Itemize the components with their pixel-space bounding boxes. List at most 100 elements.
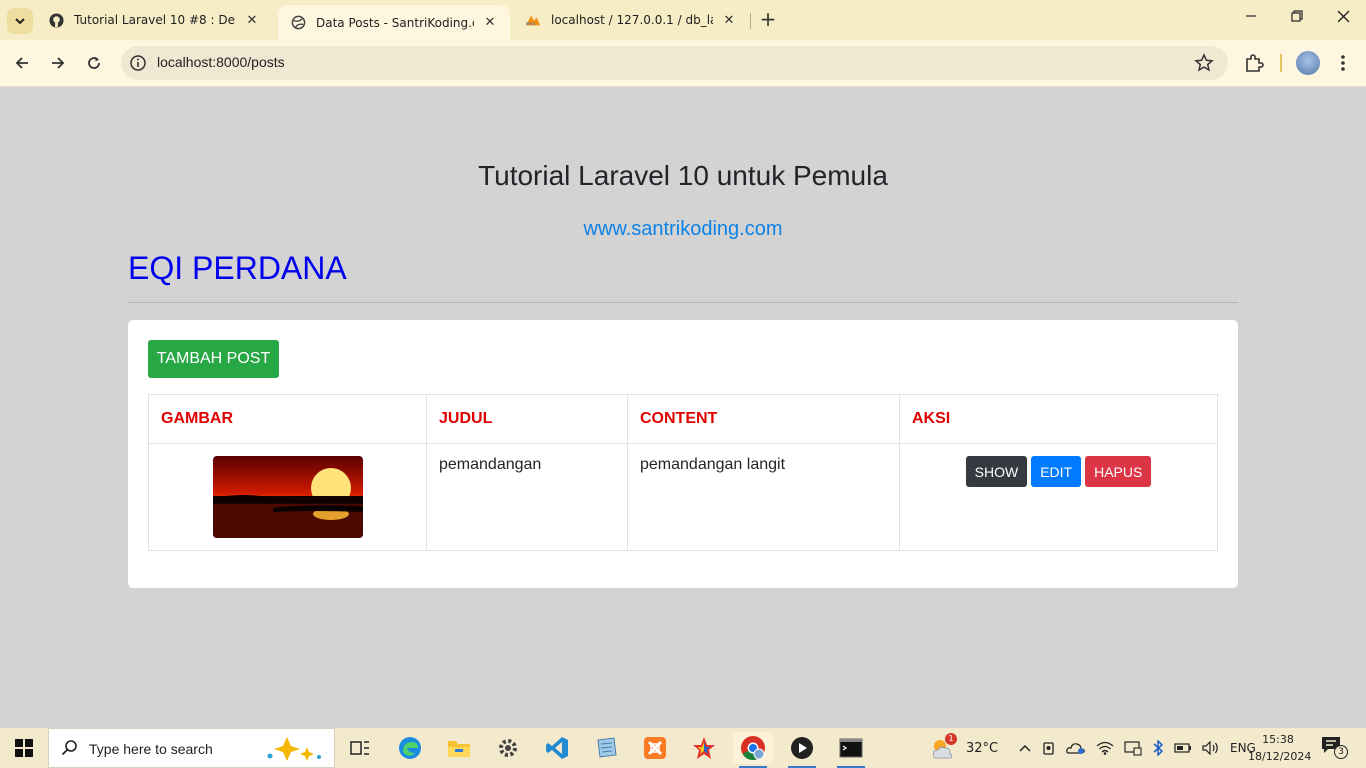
posts-card: TAMBAH POST GAMBAR JUDUL CONTENT AKSI pe… (128, 320, 1238, 588)
close-tab-icon[interactable]: ✕ (244, 13, 260, 28)
weather-temp: 32°C (966, 740, 999, 756)
sparkle-icon (267, 737, 321, 761)
clock[interactable]: 15:38 18/12/2024 (1248, 731, 1312, 765)
windows-icon (15, 739, 33, 757)
tab-separator (750, 13, 751, 29)
terminal-icon (839, 738, 863, 758)
star-app-icon (693, 737, 715, 759)
bluetooth-icon[interactable] (1152, 740, 1164, 756)
tab-tutorial-laravel[interactable]: Tutorial Laravel 10 #8 : Delete D ✕ (36, 0, 272, 40)
posts-table: GAMBAR JUDUL CONTENT AKSI pemandangan pe… (148, 394, 1218, 551)
tab-data-posts[interactable]: Data Posts - SantriKoding.com ✕ (278, 5, 510, 40)
onedrive-icon[interactable] (1066, 741, 1086, 755)
extensions-icon[interactable] (1243, 52, 1265, 74)
close-window-button[interactable] (1333, 10, 1353, 30)
close-tab-icon[interactable]: ✕ (721, 13, 737, 28)
edit-button[interactable]: EDIT (1031, 456, 1082, 487)
notification-center[interactable]: 3 (1320, 728, 1350, 768)
clock-time: 15:38 (1262, 733, 1294, 746)
row-actions: SHOW EDIT HAPUS (912, 456, 1205, 487)
tab-phpmyadmin[interactable]: PMA localhost / 127.0.0.1 / db_laravel ✕ (513, 0, 749, 40)
svg-text:PMA: PMA (526, 21, 536, 27)
vscode-button[interactable] (537, 732, 577, 764)
restore-button[interactable] (1287, 10, 1307, 30)
xampp-icon (644, 737, 666, 759)
add-post-button[interactable]: TAMBAH POST (148, 340, 279, 378)
tab-strip: Tutorial Laravel 10 #8 : Delete D ✕ Data… (0, 0, 1366, 40)
owner-name: EQI PERDANA (128, 250, 347, 286)
back-button[interactable] (10, 51, 34, 75)
tab-title: Data Posts - SantriKoding.com (316, 15, 474, 30)
edge-button[interactable] (390, 732, 430, 764)
weather-widget[interactable]: 1 32°C (930, 728, 998, 768)
tab-search-button[interactable] (7, 8, 33, 34)
phpmyadmin-icon: PMA (525, 12, 541, 28)
page-title: Tutorial Laravel 10 untuk Pemula (478, 160, 888, 191)
table-row: pemandangan pemandangan langit SHOW EDIT… (148, 443, 1218, 551)
notes-icon (597, 737, 617, 758)
vscode-icon (546, 737, 568, 759)
start-button[interactable] (4, 732, 44, 764)
search-placeholder: Type here to search (89, 741, 213, 757)
volume-icon[interactable] (1202, 741, 1220, 755)
media-player-button[interactable] (782, 732, 822, 768)
forward-button[interactable] (46, 51, 70, 75)
show-button[interactable]: SHOW (965, 456, 1028, 487)
profile-avatar[interactable] (1296, 51, 1320, 75)
chrome-icon (741, 736, 765, 761)
chevron-up-icon[interactable] (1018, 743, 1032, 753)
tab-title: Tutorial Laravel 10 #8 : Delete D (74, 13, 236, 27)
taskbar-search[interactable]: Type here to search (48, 728, 335, 768)
minimize-button[interactable] (1241, 10, 1261, 30)
bookmark-star-icon[interactable] (1194, 53, 1214, 73)
cell-aksi: SHOW EDIT HAPUS (899, 443, 1218, 551)
taskbar: Type here to search 1 32°C ENG 15:38 18/… (0, 728, 1366, 768)
cell-content: pemandangan langit (627, 443, 900, 551)
header-content: CONTENT (627, 394, 900, 444)
site-info-icon[interactable] (129, 54, 147, 72)
search-icon (61, 740, 77, 756)
table-header-row: GAMBAR JUDUL CONTENT AKSI (148, 394, 1218, 444)
play-icon (791, 737, 813, 759)
close-tab-icon[interactable]: ✕ (482, 15, 498, 30)
edge-icon (399, 737, 421, 759)
gear-icon (499, 739, 517, 757)
post-image-sunset (212, 456, 363, 538)
page-content: Tutorial Laravel 10 untuk Pemula www.san… (0, 88, 1366, 728)
github-icon (48, 12, 64, 28)
xampp-button[interactable] (635, 732, 675, 764)
clock-date: 18/12/2024 (1248, 750, 1312, 763)
task-view-button[interactable] (340, 732, 380, 764)
weather-icon: 1 (930, 733, 957, 760)
reload-button[interactable] (82, 51, 106, 75)
globe-icon (290, 15, 306, 31)
more-options-icon[interactable] (1336, 52, 1350, 74)
folder-icon (448, 741, 470, 757)
notes-app-button[interactable] (586, 732, 626, 764)
settings-button[interactable] (488, 732, 528, 764)
weather-badge: 1 (945, 733, 957, 745)
file-explorer-button[interactable] (439, 732, 479, 764)
meet-now-icon[interactable] (1042, 740, 1056, 756)
toolbar-divider (1280, 54, 1282, 72)
notification-icon: 3 (1320, 734, 1350, 762)
battery-icon[interactable] (1174, 742, 1192, 754)
header-judul: JUDUL (426, 394, 628, 444)
cell-gambar (148, 443, 427, 551)
header-gambar: GAMBAR (148, 394, 427, 444)
network-icon[interactable] (1124, 740, 1142, 756)
arrow-left-icon (15, 57, 28, 69)
address-bar[interactable]: localhost:8000/posts (121, 46, 1228, 80)
site-link[interactable]: www.santrikoding.com (0, 218, 1366, 241)
header-aksi: AKSI (899, 394, 1218, 444)
delete-button[interactable]: HAPUS (1085, 456, 1152, 487)
url-text[interactable]: localhost:8000/posts (157, 54, 285, 70)
wifi-icon[interactable] (1096, 741, 1114, 755)
task-view-icon (350, 741, 369, 755)
chrome-button[interactable] (733, 732, 773, 768)
colorful-star-app-button[interactable] (684, 732, 724, 764)
terminal-button[interactable] (831, 732, 871, 768)
chevron-down-icon (15, 18, 25, 25)
system-tray: ENG (1018, 728, 1256, 768)
new-tab-button[interactable]: + (756, 9, 780, 31)
